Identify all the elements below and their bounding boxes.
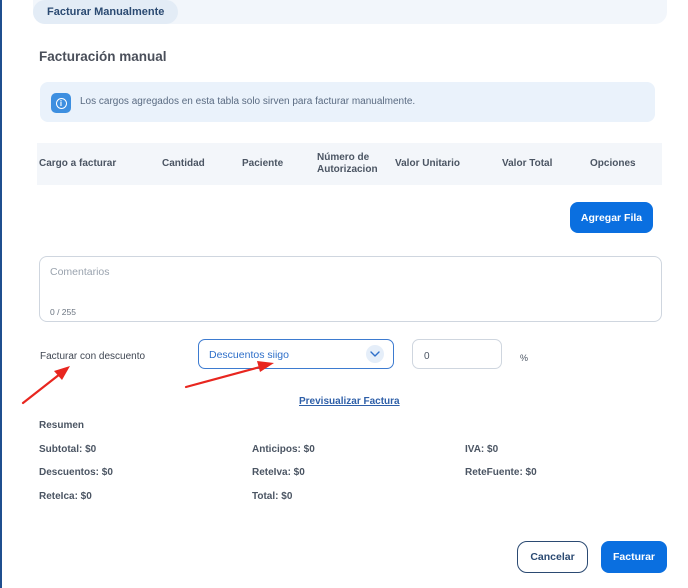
annotation-arrow-right [184, 361, 274, 389]
annotation-arrow-left [21, 366, 70, 405]
annotation-arrows [21, 361, 274, 405]
